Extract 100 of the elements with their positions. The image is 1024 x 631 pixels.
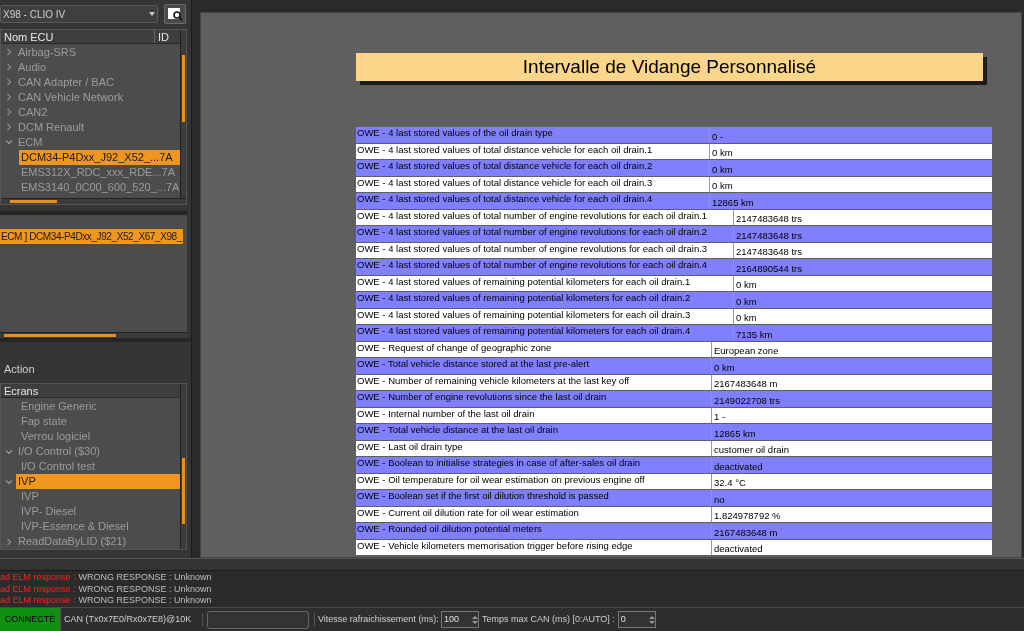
parameter-label: OWE - Number of remaining vehicle kilometers at the last key off [356, 374, 631, 388]
tree-item[interactable]: IVP [16, 474, 180, 489]
tree-item[interactable]: I/O Control ($30) [16, 444, 180, 459]
parameter-label: OWE - 4 last stored values of total distance vehicle for each oil drain.3 [356, 176, 654, 190]
chevron-right-icon[interactable] [5, 108, 13, 117]
tree-item[interactable]: IVP [19, 489, 180, 504]
parameter-value: 32.4 °C [711, 473, 992, 489]
parameter-value: 12865 km [711, 424, 992, 440]
parameter-value: 2147483648 trs [733, 242, 992, 258]
scrollbar[interactable] [180, 384, 186, 549]
column-header[interactable]: Nom ECU [1, 29, 154, 43]
panel-title: Action [3, 362, 36, 377]
tree-item[interactable]: CAN Adapter / BAC [16, 74, 180, 90]
column-header[interactable]: Ecrans [1, 384, 180, 398]
parameter-value: 1 - [711, 407, 992, 423]
chevron-right-icon[interactable] [5, 48, 13, 57]
parameter-label: OWE - Vehicle kilometers memorisation trigger before rising edge [356, 539, 634, 553]
tree-item[interactable]: ECM [16, 134, 180, 150]
parameter-value: 2147483648 trs [733, 209, 992, 225]
parameter-label: OWE - Current oil dilution rate for oil wear estimation [356, 506, 580, 520]
scrollbar[interactable] [1, 198, 186, 205]
chevron-right-icon[interactable] [5, 537, 13, 546]
chevron-right-icon[interactable] [5, 78, 13, 87]
spin-arrows-icon [648, 613, 655, 626]
parameter-label: OWE - Internal number of the last oil drain [356, 407, 536, 421]
parameter-value: 0 km [709, 143, 992, 159]
tree-item[interactable]: Fap state [19, 414, 180, 429]
parameter-label: OWE - Total vehicle distance stored at the last pre-alert [356, 358, 591, 371]
vehicle-dropdown[interactable]: X98 - CLIO IV [0, 5, 158, 24]
parameter-label: OWE - Last oil drain type [356, 440, 464, 454]
parameter-value: 7135 km [733, 325, 992, 341]
parameter-label: OWE - Boolean set if the first oil dilution threshold is passed [356, 490, 610, 503]
parameter-value: European zone [711, 341, 992, 357]
log-prefix: ad ELM response : [0, 583, 76, 595]
parameter-value: 1.824978792 % [711, 506, 992, 522]
tree-item[interactable]: ReadDataByLID ($21) [16, 534, 180, 549]
parameter-label: OWE - 4 last stored values of remaining potential kilometers for each oil drain.2 [356, 292, 692, 305]
parameter-value: customer oil drain [711, 440, 992, 456]
parameter-value: 0 km [733, 308, 992, 324]
search-button[interactable] [164, 4, 186, 25]
parameter-value: 0 - [709, 127, 992, 143]
timeout-spinbox[interactable]: 0 [617, 611, 656, 628]
chevron-right-icon[interactable] [5, 93, 13, 102]
tree-item[interactable]: EMS312X_RDC_xxx_RDE...7A [19, 164, 180, 180]
parameter-label: OWE - Oil temperature for oil wear estimation on previous engine off [356, 473, 646, 487]
ecu-list-item[interactable]: ECM ] DCM34-P4Dxx_J92_X52_X67_X98_ [0, 229, 183, 245]
parameter-value: 2167483648 m [711, 523, 992, 539]
parameter-label: OWE - 4 last stored values of total number of engine revolutions for each oil drain.1 [356, 209, 709, 223]
tree-item[interactable]: IVP-Essence & Diesel [19, 519, 180, 534]
parameter-label: OWE - 4 last stored values of the oil drain type [356, 127, 554, 140]
tree-item[interactable]: EMS3140_0C00_600_520_...7A [19, 179, 180, 195]
refresh-label: Vitesse rafraichissement (ms): [314, 612, 439, 627]
tree-item[interactable]: DCM34-P4Dxx_J92_X52_...7A [19, 149, 180, 165]
log-prefix: ad ELM response : [0, 572, 76, 584]
log-message: WRONG RESPONSE : Unknown [78, 572, 212, 584]
parameter-label: OWE - 4 last stored values of total distance vehicle for each oil drain.4 [356, 193, 654, 206]
parameter-value: deactivated [711, 539, 992, 555]
parameter-value: 0 km [711, 358, 992, 374]
parameter-label: OWE - 4 last stored values of remaining potential kilometers for each oil drain.1 [356, 275, 692, 289]
parameter-label: OWE - Total vehicle distance at the last oil drain [356, 424, 559, 437]
chevron-down-icon[interactable] [5, 138, 13, 147]
parameter-value: no [711, 490, 992, 506]
log-prefix: ad ELM response : [0, 595, 76, 607]
parameter-value: deactivated [711, 457, 992, 473]
timeout-label: Temps max CAN (ms) [0:AUTO] : [481, 612, 615, 626]
chevron-right-icon[interactable] [5, 123, 13, 132]
parameter-value: 0 km [709, 176, 992, 192]
tree-item[interactable]: Audio [16, 59, 180, 75]
tree-item[interactable]: I/O Control test [19, 459, 180, 474]
parameter-label: OWE - 4 last stored values of total number of engine revolutions for each oil drain.2 [356, 226, 709, 239]
chevron-right-icon[interactable] [5, 63, 13, 72]
status-field[interactable] [207, 610, 309, 629]
parameter-label: OWE - Number of engine revolutions since the last oil drain [356, 391, 608, 404]
tree-item[interactable]: CAN2 [16, 104, 180, 120]
parameter-value: 0 km [709, 160, 992, 176]
parameter-label: OWE - Rounded oil dilution potential meters [356, 523, 543, 536]
parameter-value: 0 km [733, 275, 992, 291]
parameter-label: OWE - Boolean to initialise strategies in case of after-sales oil drain [356, 457, 642, 470]
parameter-value: 2147483648 trs [733, 226, 992, 242]
refresh-spinbox[interactable]: 100 [440, 611, 479, 628]
chevron-down-icon[interactable] [5, 477, 13, 486]
parameter-value: 12865 km [709, 193, 992, 209]
dropdown-arrow-icon [149, 12, 155, 17]
chevron-down-icon[interactable] [5, 447, 13, 456]
tree-item[interactable]: DCM Renault [16, 119, 180, 135]
parameter-value: 2167483648 m [711, 374, 992, 390]
log-message: WRONG RESPONSE : Unknown [78, 595, 212, 607]
scrollbar[interactable] [180, 29, 186, 199]
parameter-label: OWE - 4 last stored values of total number of engine revolutions for each oil drain.3 [356, 242, 709, 256]
parameter-label: OWE - 4 last stored values of total number of engine revolutions for each oil drain.4 [356, 259, 709, 272]
tree-item[interactable]: CAN Vehicle Network [16, 89, 180, 105]
tree-item[interactable]: IVP- Diesel [19, 504, 180, 519]
parameter-label: OWE - 4 last stored values of total distance vehicle for each oil drain.1 [356, 143, 654, 157]
tree-item[interactable]: Airbag-SRS [16, 44, 180, 60]
parameter-label: OWE - 4 last stored values of remaining potential kilometers for each oil drain.4 [356, 325, 692, 338]
tree-item[interactable]: Engine Generic [19, 399, 180, 414]
connection-status: CONNECTÉ [0, 608, 61, 631]
parameter-label: OWE - Request of change of geographic zone [356, 341, 553, 355]
parameter-value: 0 km [733, 292, 992, 308]
tree-item[interactable]: Verrou logiciel [19, 429, 180, 444]
